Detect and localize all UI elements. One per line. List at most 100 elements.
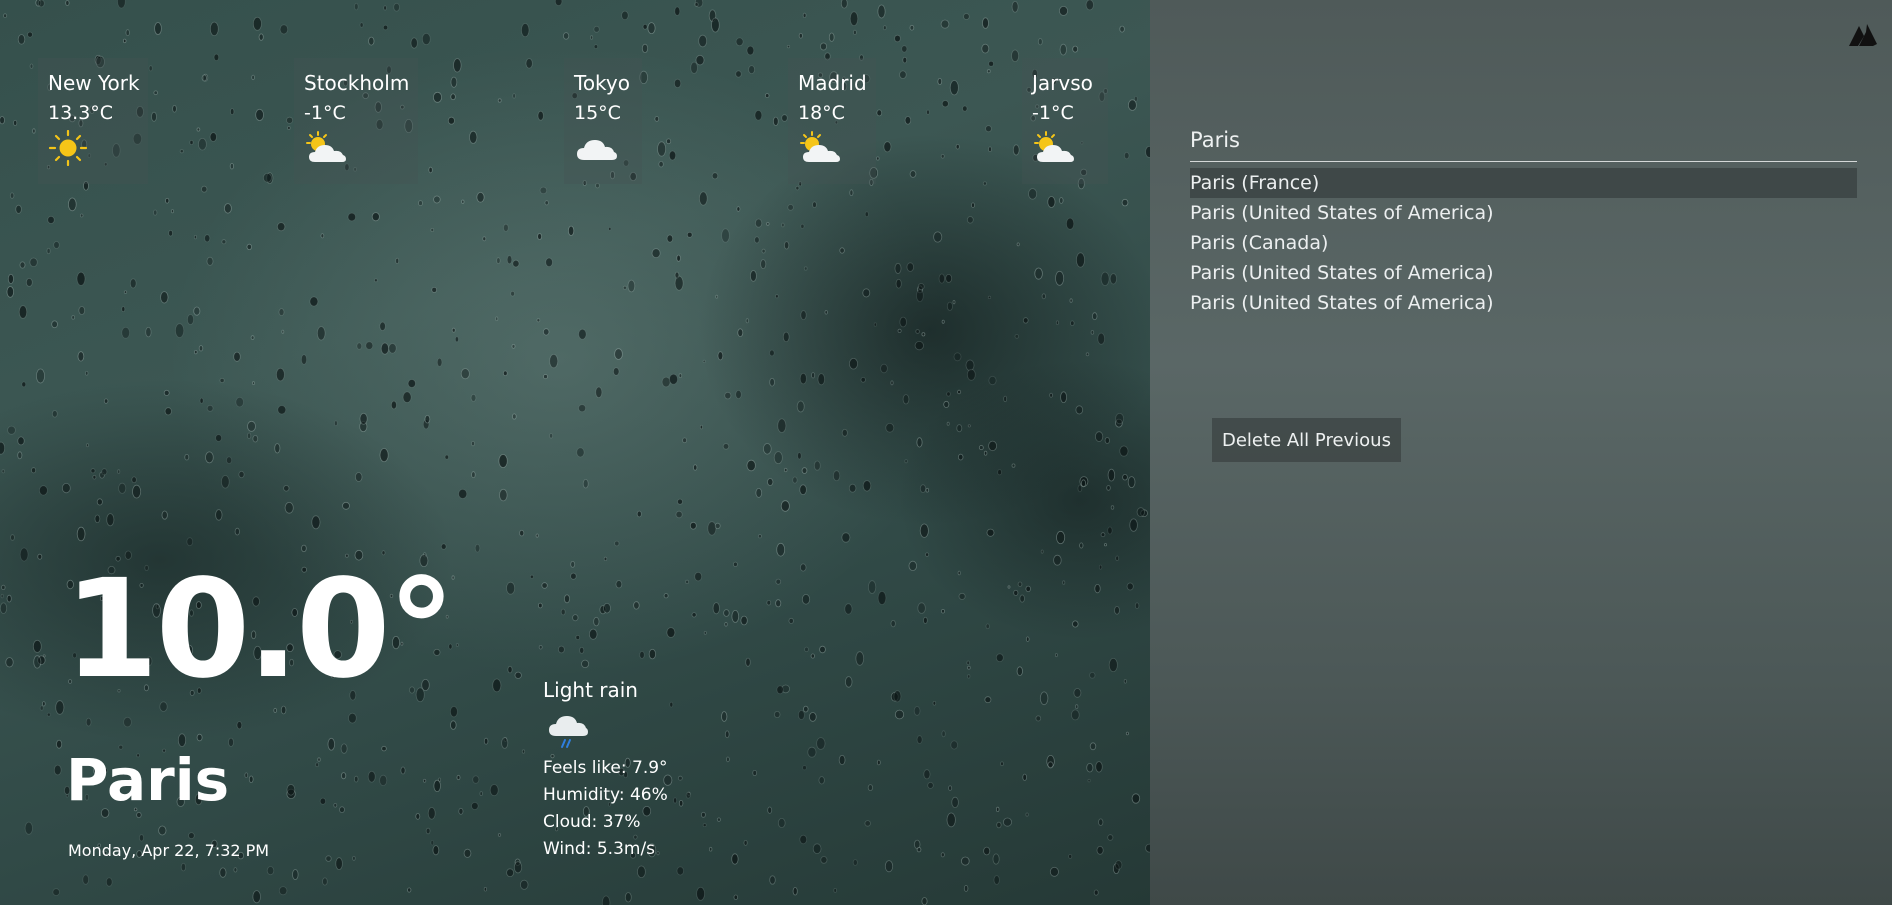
- search-input[interactable]: [1190, 118, 1857, 162]
- suggestion-item[interactable]: Paris (United States of America): [1190, 288, 1857, 318]
- rain-drop: [890, 619, 896, 628]
- rain-drop: [498, 454, 508, 468]
- rain-drop: [731, 853, 739, 865]
- rain-drop: [958, 592, 966, 600]
- rain-drop: [19, 547, 29, 562]
- rain-drop: [247, 432, 252, 439]
- rain-drop: [1109, 273, 1118, 285]
- condition-label: Light rain: [543, 678, 638, 702]
- rain-drop: [762, 443, 772, 455]
- rain-drop: [966, 368, 976, 381]
- rain-drop: [862, 480, 872, 492]
- delete-all-previous-button[interactable]: Delete All Previous: [1212, 418, 1401, 462]
- suggestion-item[interactable]: Paris (United States of America): [1190, 258, 1857, 288]
- rain-drop: [1107, 526, 1113, 535]
- rain-drop: [538, 645, 543, 650]
- rain-drop: [444, 454, 449, 460]
- rain-drop: [803, 705, 809, 713]
- city-card-jarvso[interactable]: Jarvso -1°C: [1022, 58, 1108, 184]
- rain-drop: [450, 76, 458, 88]
- rain-drop: [447, 116, 455, 125]
- rain-drop: [839, 247, 845, 254]
- rain-drop: [812, 843, 822, 854]
- rain-drop: [255, 108, 264, 121]
- rain-drop: [668, 150, 677, 161]
- rain-drop: [469, 130, 478, 144]
- city-card-madrid[interactable]: Madrid 18°C: [788, 58, 876, 184]
- rain-drop: [795, 185, 800, 191]
- rain-drop: [1014, 334, 1019, 339]
- rain-drop: [957, 570, 961, 576]
- rain-drop: [716, 817, 721, 822]
- rain-drop: [428, 166, 433, 174]
- rain-drop: [356, 342, 363, 350]
- rain-drop: [327, 737, 335, 751]
- rain-drop: [1090, 330, 1095, 335]
- rain-drop: [131, 476, 137, 484]
- city-card-tokyo[interactable]: Tokyo 15°C: [564, 58, 642, 184]
- rain-drop: [709, 846, 713, 852]
- rain-drop: [145, 326, 152, 338]
- rain-drop: [669, 373, 678, 385]
- brand-logo-icon[interactable]: [1847, 20, 1879, 52]
- rain-drop: [614, 540, 620, 547]
- rain-drop: [543, 374, 548, 380]
- rain-drop: [985, 623, 990, 630]
- rain-drop: [832, 470, 841, 482]
- city-card-stockholm[interactable]: Stockholm -1°C: [294, 58, 418, 184]
- rain-drop: [962, 105, 968, 112]
- rain-drop: [876, 156, 880, 161]
- rain-drop: [33, 655, 42, 669]
- rain-drop: [661, 376, 671, 388]
- rain-drop: [209, 132, 217, 142]
- humidity: Humidity: 46%: [543, 785, 668, 805]
- rain-drop: [430, 840, 435, 846]
- rain-drop: [393, 2, 400, 12]
- rain-drop: [502, 370, 508, 376]
- rain-drop: [521, 23, 530, 38]
- rain-drop: [867, 580, 877, 594]
- rain-drop: [1047, 761, 1054, 769]
- rain-drop: [94, 514, 101, 523]
- rain-drop: [1066, 217, 1075, 230]
- rain-drop: [37, 0, 45, 8]
- rain-drop: [535, 533, 539, 538]
- weather-details: Feels like: 7.9° Humidity: 46% Cloud: 37…: [543, 755, 668, 863]
- city-card-new-york[interactable]: New York 13.3°C: [38, 58, 148, 184]
- rain-drop: [894, 34, 901, 43]
- rain-drop: [197, 137, 207, 151]
- rain-drop: [796, 400, 805, 413]
- rain-drop: [495, 316, 499, 322]
- rain-drop: [226, 456, 233, 464]
- rain-drop: [0, 441, 6, 455]
- suggestion-item[interactable]: Paris (Canada): [1190, 228, 1857, 258]
- rain-drop: [807, 746, 817, 758]
- rain-drop: [818, 776, 825, 785]
- rain-drop: [860, 376, 866, 383]
- rain-drop: [769, 349, 775, 357]
- rain-drop: [0, 602, 8, 614]
- rain-drop: [1104, 437, 1110, 444]
- rain-drop: [647, 22, 656, 35]
- rain-drop: [666, 627, 676, 638]
- rain-drop: [71, 315, 75, 320]
- rain-drop: [367, 770, 376, 783]
- rain-drop: [251, 381, 255, 385]
- rain-drop: [724, 621, 728, 627]
- rain-drop: [921, 897, 928, 905]
- rain-drop: [17, 451, 23, 460]
- suggestion-item[interactable]: Paris (United States of America): [1190, 198, 1857, 228]
- rain-drop: [915, 329, 920, 334]
- rain-drop: [292, 869, 299, 880]
- rain-drop: [496, 257, 501, 264]
- rain-drop: [76, 526, 86, 542]
- rain-drop: [800, 310, 807, 321]
- rain-drop: [541, 582, 548, 589]
- rain-drop: [215, 509, 223, 521]
- rain-drop: [315, 762, 319, 768]
- suggestion-item[interactable]: Paris (France): [1190, 168, 1857, 198]
- rain-drop: [746, 459, 756, 472]
- rain-drop: [733, 894, 738, 900]
- rain-drop: [170, 209, 174, 214]
- rain-drop: [703, 631, 707, 635]
